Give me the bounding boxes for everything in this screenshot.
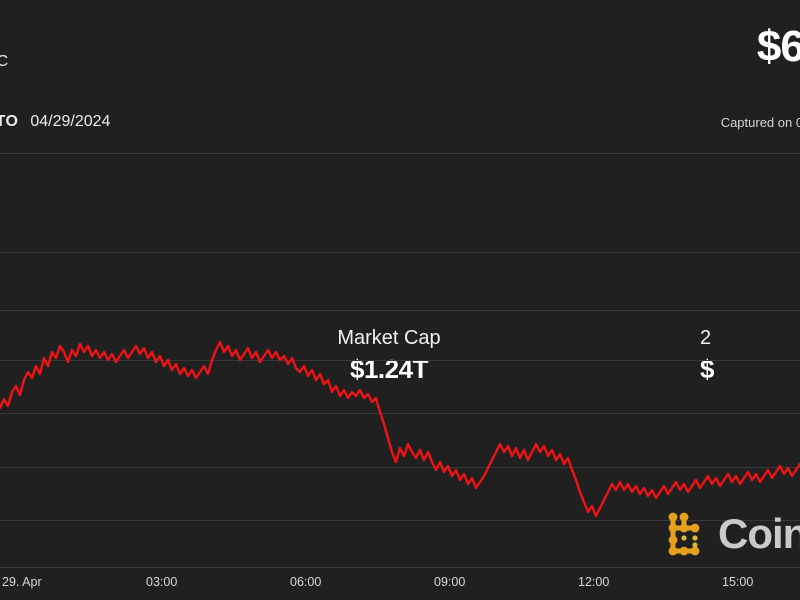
date-range: 2024 TO 04/29/2024: [0, 113, 110, 131]
current-price: $62,9: [756, 22, 800, 71]
price-line-path: [0, 340, 800, 518]
x-axis-tick: 29. Apr: [2, 575, 42, 589]
x-axis: 29. Apr 03:00 06:00 09:00 12:00 15:00: [0, 568, 800, 600]
header: oin BTC $62,9 2024 TO 04/29/2024 Capture…: [0, 0, 800, 154]
x-axis-tick: 12:00: [578, 575, 610, 589]
x-axis-tick: 09:00: [434, 575, 466, 589]
coindesk-node-logo-icon: [668, 512, 700, 556]
stats-row: Market Cap $1.24T 2 $: [0, 154, 800, 384]
coindesk-price-chart-screenshot: oin BTC $62,9 2024 TO 04/29/2024 Capture…: [0, 0, 800, 600]
coindesk-wordmark: Coin: [718, 510, 800, 557]
captured-timestamp: Captured on 04/29/: [720, 115, 800, 130]
x-axis-tick: 06:00: [290, 575, 322, 589]
date-range-separator: TO: [0, 113, 19, 130]
coindesk-watermark: Coin: [660, 508, 800, 560]
x-axis-tick: 15:00: [722, 575, 754, 589]
asset-ticker: BTC: [0, 53, 9, 70]
asset-identity: oin BTC: [0, 36, 9, 74]
x-axis-tick: 03:00: [146, 575, 178, 589]
date-range-to: 04/29/2024: [30, 113, 111, 130]
